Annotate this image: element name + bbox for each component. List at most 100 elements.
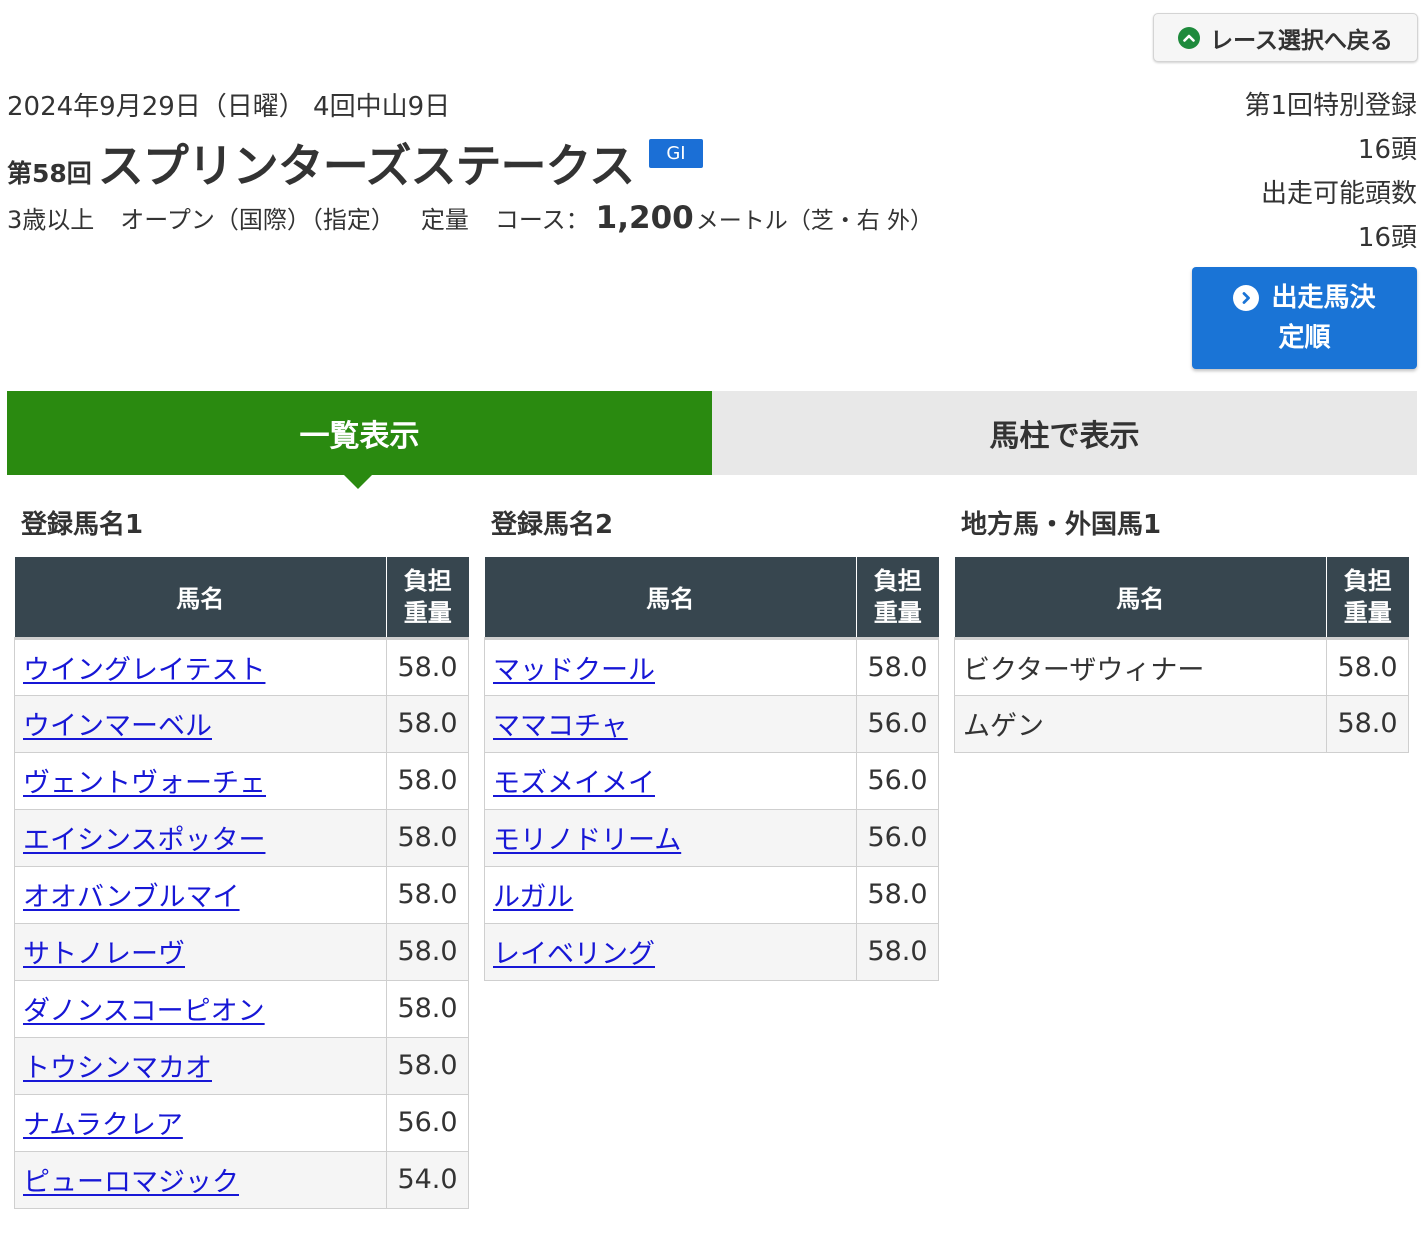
table-row: ウインマーベル 58.0 [14, 694, 469, 753]
table-row: ヴェントヴォーチェ 58.0 [14, 751, 469, 810]
horse-name-cell: ダノンスコーピオン [14, 979, 387, 1038]
table-row: モズメイメイ 56.0 [484, 751, 939, 810]
view-tabs: 一覧表示 馬柱で表示 [7, 391, 1417, 475]
horse-name-link[interactable]: ママコチャ [493, 711, 628, 742]
column-header-name: 馬名 [14, 557, 387, 640]
table-row: ママコチャ 56.0 [484, 694, 939, 753]
table-row: マッドクール 58.0 [484, 637, 939, 696]
weight-cell: 58.0 [856, 637, 939, 696]
weight-cell: 58.0 [856, 922, 939, 981]
table-row: エイシンスポッター 58.0 [14, 808, 469, 867]
weight-cell: 58.0 [386, 979, 469, 1038]
chevron-right-icon [1233, 285, 1260, 311]
entry-button-line2: 定順 [1278, 323, 1331, 353]
horse-name-cell: ピューロマジック [14, 1150, 387, 1209]
horse-name-cell: ママコチャ [484, 694, 857, 753]
horse-name-cell: ルガル [484, 865, 857, 924]
eligible-count: 16頭 [1357, 223, 1417, 253]
column-header-name: 馬名 [484, 557, 857, 640]
horse-name-link[interactable]: ピューロマジック [23, 1167, 239, 1198]
horse-name-cell: モズメイメイ [484, 751, 857, 810]
tab-umabashira-view[interactable]: 馬柱で表示 [712, 391, 1417, 475]
weight-cell: 56.0 [856, 751, 939, 810]
group-local-foreign: 地方馬・外国馬1 馬名 負担 重量 ビクターザウィナー 58.0 ムゲン 58.0 [954, 505, 1409, 753]
weight-cell: 58.0 [386, 1036, 469, 1095]
horse-name-cell: ナムラクレア [14, 1093, 387, 1152]
horse-name-link[interactable]: ウイングレイテスト [23, 655, 265, 686]
horse-name-cell: レイベリング [484, 922, 857, 981]
horse-name-link[interactable]: ナムラクレア [23, 1110, 183, 1141]
horse-name-cell: ムゲン [954, 694, 1327, 753]
weight-cell: 58.0 [856, 865, 939, 924]
active-tab-indicator [344, 475, 372, 489]
column-header-weight: 負担 重量 [856, 557, 939, 640]
table-row: モリノドリーム 56.0 [484, 808, 939, 867]
horse-name: ムゲン [963, 711, 1044, 742]
horse-name-link[interactable]: ウインマーベル [23, 711, 212, 742]
race-class: オープン（国際）（指定） [120, 206, 395, 234]
age-class: 3歳以上 [7, 206, 95, 234]
horse-name-cell: サトノレーヴ [14, 922, 387, 981]
course-label: コース： [494, 206, 590, 234]
weight-cell: 58.0 [386, 922, 469, 981]
horse-name-link[interactable]: エイシンスポッター [23, 825, 265, 856]
horse-name-link[interactable]: サトノレーヴ [23, 939, 185, 970]
horse-name-link[interactable]: モリノドリーム [493, 825, 681, 856]
weight-cell: 58.0 [386, 637, 469, 696]
horse-name-cell: ウインマーベル [14, 694, 387, 753]
group-title: 地方馬・外国馬1 [961, 510, 1162, 540]
horse-name-link[interactable]: トウシンマカオ [23, 1053, 212, 1084]
registration-count: 16頭 [1357, 135, 1417, 165]
table-row: ムゲン 58.0 [954, 694, 1409, 753]
eligible-label: 出走可能頭数 [1260, 179, 1417, 209]
group-registered-1: 登録馬名1 馬名 負担 重量 ウイングレイテスト 58.0 ウインマーベル 58.0 ヴェ… [14, 505, 469, 1209]
entry-order-button[interactable]: 出走馬決 定順 [1192, 267, 1417, 369]
table-row: レイベリング 58.0 [484, 922, 939, 981]
group-title: 登録馬名1 [21, 510, 144, 540]
horse-name-link[interactable]: ルガル [493, 882, 573, 913]
tab-list-view[interactable]: 一覧表示 [7, 391, 712, 475]
column-header-weight: 負担 重量 [1326, 557, 1409, 640]
horse-table: 馬名 負担 重量 ウイングレイテスト 58.0 ウインマーベル 58.0 ヴェントヴォーチ… [14, 557, 469, 1209]
horse-name-link[interactable]: モズメイメイ [493, 768, 655, 799]
registration-info: 第1回特別登録 16頭 出走可能頭数 16頭 [1244, 84, 1417, 260]
column-header-name: 馬名 [954, 557, 1327, 640]
column-header-weight: 負担 重量 [386, 557, 469, 640]
horse-name-cell: オオバンブルマイ [14, 865, 387, 924]
race-conditions: 3歳以上 オープン（国際）（指定） 定量 コース： 1,200 メートル（芝・右… [7, 200, 933, 236]
chevron-up-icon [1178, 26, 1201, 49]
table-row: ナムラクレア 56.0 [14, 1093, 469, 1152]
weight-cell: 56.0 [856, 808, 939, 867]
table-row: ダノンスコーピオン 58.0 [14, 979, 469, 1038]
weight-cell: 58.0 [1326, 637, 1409, 696]
group-title: 登録馬名2 [491, 510, 614, 540]
table-row: ウイングレイテスト 58.0 [14, 637, 469, 696]
weight-cell: 54.0 [386, 1150, 469, 1209]
weight-cell: 58.0 [386, 865, 469, 924]
weight-cell: 56.0 [856, 694, 939, 753]
horse-name-cell: ウイングレイテスト [14, 637, 387, 696]
entry-button-line1: 出走馬決 [1271, 283, 1376, 313]
table-row: トウシンマカオ 58.0 [14, 1036, 469, 1095]
horse-name: ビクターザウィナー [963, 654, 1205, 686]
horse-name-link[interactable]: マッドクール [493, 655, 655, 686]
horse-name-link[interactable]: レイベリング [493, 939, 655, 970]
grade-badge: GI [649, 139, 703, 168]
table-row: ルガル 58.0 [484, 865, 939, 924]
race-date: 2024年9月29日（日曜） 4回中山9日 [7, 92, 451, 122]
weight-cell: 56.0 [386, 1093, 469, 1152]
course-distance-unit: メートル（芝・右 外） [695, 208, 934, 234]
horse-name-link[interactable]: オオバンブルマイ [23, 882, 240, 913]
back-to-race-select-button[interactable]: レース選択へ戻る [1153, 13, 1418, 62]
registration-round: 第1回特別登録 [1244, 91, 1417, 121]
horse-table: 馬名 負担 重量 ビクターザウィナー 58.0 ムゲン 58.0 [954, 557, 1409, 753]
table-row: ビクターザウィナー 58.0 [954, 637, 1409, 696]
horse-name-cell: エイシンスポッター [14, 808, 387, 867]
back-button-label: レース選択へ戻る [1210, 27, 1393, 54]
race-title: 第58回 スプリンターズステークス [7, 130, 635, 196]
horse-name-link[interactable]: ヴェントヴォーチェ [23, 768, 266, 799]
horse-name-link[interactable]: ダノンスコーピオン [23, 996, 265, 1027]
group-registered-2: 登録馬名2 馬名 負担 重量 マッドクール 58.0 ママコチャ 56.0 モズメイメイ 5… [484, 505, 939, 981]
horse-name-cell: マッドクール [484, 637, 857, 696]
horse-name-cell: ヴェントヴォーチェ [14, 751, 387, 810]
